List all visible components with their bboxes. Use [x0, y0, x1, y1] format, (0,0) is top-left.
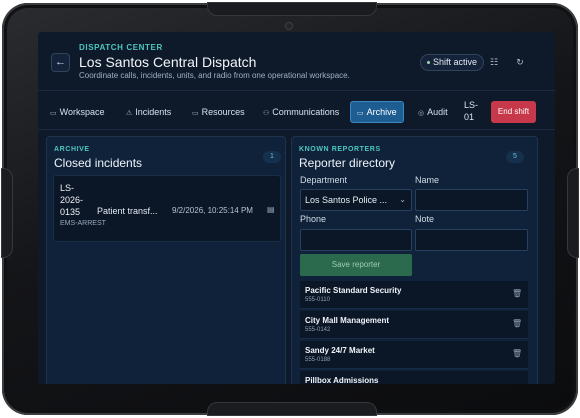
- file-icon[interactable]: ▤: [267, 205, 275, 214]
- tab-audit-label: Audit: [427, 107, 448, 117]
- app-screen: ← DISPATCH CENTER Los Santos Central Dis…: [38, 32, 555, 384]
- unit-callsign-line1: LS-: [464, 100, 479, 110]
- archive-icon: ▭: [357, 110, 364, 117]
- case-bumper-top: [207, 2, 377, 16]
- reporter-phone: 555-0142: [305, 327, 331, 333]
- note-input[interactable]: [415, 229, 528, 251]
- workspace-icon: ▭: [50, 110, 57, 117]
- page-title: Los Santos Central Dispatch: [79, 54, 257, 70]
- archive-title: Closed incidents: [54, 156, 143, 170]
- end-shift-button[interactable]: End shift: [491, 101, 536, 123]
- department-select[interactable]: Los Santos Police ... ⌄: [300, 189, 412, 211]
- archive-panel: ARCHIVE Closed incidents 1 LS-2026-0135 …: [46, 136, 286, 384]
- reporter-panel: KNOWN REPORTERS Reporter directory 5 Dep…: [291, 136, 538, 384]
- tab-archive[interactable]: ▭ Archive: [350, 101, 404, 123]
- tab-archive-label: Archive: [366, 107, 397, 117]
- camera-icon: [286, 23, 292, 29]
- reporter-name: Sandy 24/7 Market: [305, 346, 375, 355]
- tab-resources[interactable]: ▭ Resources: [192, 103, 245, 121]
- vehicle-icon: ▭: [192, 110, 199, 117]
- unit-callsign: LS- 01: [464, 99, 482, 123]
- tab-workspace-label: Workspace: [59, 107, 105, 117]
- reporter-list: Pacific Standard Security 555-0110 🗑 Cit…: [300, 281, 528, 384]
- incident-row[interactable]: LS-2026-0135 EMS-ARREST Patient transf..…: [53, 175, 281, 242]
- list-item[interactable]: Sandy 24/7 Market 555-0188 🗑: [300, 341, 528, 369]
- list-item[interactable]: City Mall Management 555-0142 🗑: [300, 311, 528, 339]
- reporter-name: City Mall Management: [305, 316, 390, 325]
- arrow-left-icon: ←: [55, 56, 66, 68]
- tab-workspace[interactable]: ▭ Workspace: [50, 103, 104, 121]
- reporter-name: Pacific Standard Security: [305, 286, 402, 295]
- department-value: Los Santos Police ...: [305, 195, 388, 205]
- department-label: Department: [300, 175, 348, 185]
- chevron-down-icon: ⌄: [399, 195, 406, 204]
- shift-status-badge[interactable]: Shift active: [420, 54, 485, 71]
- radio-icon: ⚇: [263, 110, 270, 117]
- unit-callsign-line2: 01: [464, 112, 475, 122]
- tab-audit[interactable]: ◎ Audit: [418, 103, 448, 121]
- reporter-phone: 555-0110: [305, 297, 330, 303]
- archive-count-badge: 1: [263, 151, 281, 163]
- tab-incidents[interactable]: ⚠ Incidents: [126, 103, 176, 121]
- incident-type: EMS-ARREST: [60, 220, 106, 227]
- alert-icon: ⚠: [126, 110, 133, 117]
- reporter-phone: 555-0188: [305, 357, 331, 363]
- archive-eyebrow: ARCHIVE: [54, 146, 90, 153]
- tab-communications[interactable]: ⚇ Communications: [263, 103, 340, 121]
- note-label: Note: [415, 214, 435, 224]
- settings-icon[interactable]: ☷: [486, 54, 502, 70]
- main-nav: ▭ Workspace ⚠ Incidents ▭ Resources ⚇ Commun…: [38, 90, 555, 130]
- reporters-count-badge: 5: [506, 151, 524, 163]
- page-subtitle: Coordinate calls, incidents, units, and …: [79, 71, 350, 80]
- tab-communications-label: Communications: [272, 107, 340, 117]
- shift-status-label: Shift active: [433, 57, 478, 67]
- trash-icon[interactable]: 🗑: [512, 289, 522, 298]
- trash-icon[interactable]: 🗑: [512, 349, 522, 358]
- tab-resources-label: Resources: [201, 107, 245, 117]
- header-eyebrow: DISPATCH CENTER: [79, 43, 163, 52]
- app-header: ← DISPATCH CENTER Los Santos Central Dis…: [38, 32, 555, 88]
- case-bumper-right: [567, 168, 579, 258]
- phone-input[interactable]: [300, 229, 412, 251]
- reporters-eyebrow: KNOWN REPORTERS: [299, 146, 381, 153]
- list-item[interactable]: Pacific Standard Security 555-0110 🗑: [300, 281, 528, 309]
- name-label: Name: [415, 175, 440, 185]
- incident-id: LS-2026-0135: [60, 183, 84, 217]
- save-reporter-button[interactable]: Save reporter: [300, 254, 412, 276]
- audit-icon: ◎: [418, 110, 425, 117]
- case-bumper-bottom: [207, 402, 377, 416]
- incident-timestamp: 9/2/2026, 10:25:14 PM: [172, 206, 253, 215]
- phone-label: Phone: [300, 214, 327, 224]
- back-button[interactable]: ←: [51, 53, 70, 72]
- name-input[interactable]: [415, 189, 528, 211]
- reporters-title: Reporter directory: [299, 156, 396, 170]
- tab-incidents-label: Incidents: [135, 107, 172, 117]
- refresh-icon[interactable]: ↻: [512, 54, 528, 70]
- list-item[interactable]: Pillbox Admissions: [300, 371, 528, 384]
- case-bumper-left: [1, 168, 13, 258]
- status-dot-icon: [427, 61, 430, 65]
- trash-icon[interactable]: 🗑: [512, 319, 522, 328]
- incident-description: Patient transf...: [97, 206, 158, 216]
- reporter-name: Pillbox Admissions: [305, 376, 379, 384]
